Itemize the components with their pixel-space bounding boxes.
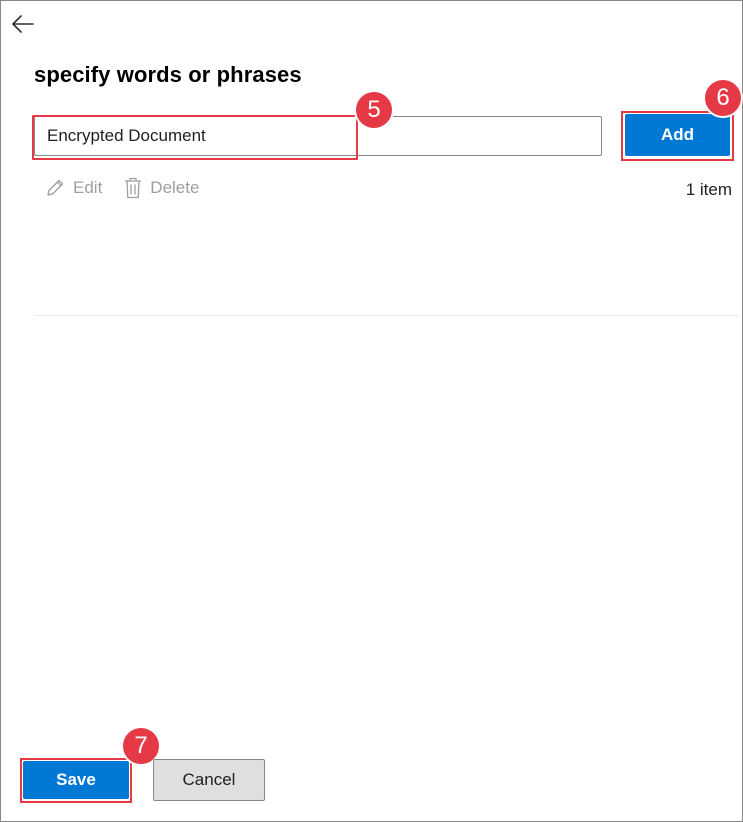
step-badge-5: 5 bbox=[354, 90, 394, 130]
cancel-button[interactable]: Cancel bbox=[153, 759, 265, 801]
phrase-input[interactable] bbox=[34, 116, 602, 156]
trash-icon bbox=[125, 177, 142, 199]
edit-label: Edit bbox=[73, 178, 103, 197]
arrow-left-icon bbox=[12, 15, 34, 33]
list-divider bbox=[34, 315, 739, 316]
step-badge-6: 6 bbox=[703, 78, 743, 118]
add-button[interactable]: Add bbox=[625, 114, 730, 156]
edit-button[interactable]: Edit bbox=[45, 178, 102, 198]
delete-label: Delete bbox=[150, 178, 200, 197]
pencil-icon bbox=[47, 179, 64, 196]
page-title: specify words or phrases bbox=[34, 62, 302, 87]
back-button[interactable] bbox=[9, 11, 37, 37]
item-count: 1 item bbox=[685, 180, 732, 199]
list-toolbar: Edit Delete bbox=[45, 177, 199, 199]
delete-button[interactable]: Delete bbox=[124, 177, 199, 199]
panel: specify words or phrases 5 Add 6 Edit De… bbox=[0, 0, 743, 822]
save-button[interactable]: Save bbox=[23, 761, 129, 799]
